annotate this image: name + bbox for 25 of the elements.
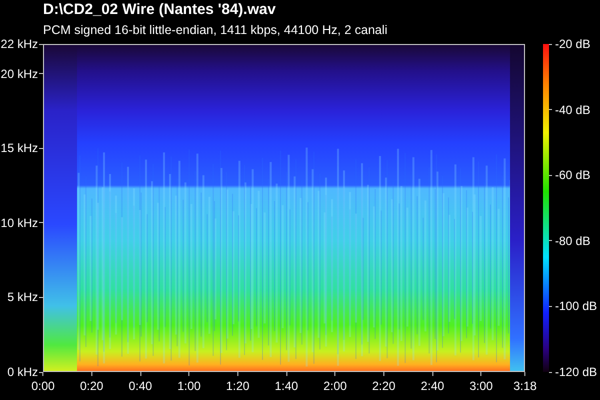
- frequency-label: 0 kHz: [7, 365, 39, 379]
- time-label: 2:20: [372, 379, 396, 393]
- level-label: -20 dB: [555, 37, 590, 51]
- time-label: 1:00: [177, 379, 201, 393]
- time-label: 0:40: [128, 379, 152, 393]
- time-label: 2:40: [420, 379, 444, 393]
- time-label: 3:00: [470, 379, 493, 393]
- frequency-label: 20 kHz: [0, 66, 39, 81]
- level-label: -40 dB: [555, 102, 590, 117]
- time-label: 0:00: [31, 379, 55, 393]
- time-label: 3:18: [513, 379, 537, 393]
- level-label: -120 dB: [555, 365, 598, 379]
- level-label: -60 dB: [555, 168, 590, 182]
- frequency-label: 22 kHz: [0, 37, 39, 51]
- time-label: 1:40: [274, 379, 298, 393]
- time-label: 1:20: [226, 379, 250, 393]
- frequency-label: 5 kHz: [7, 290, 39, 304]
- frequency-label: 10 kHz: [0, 216, 39, 230]
- format-info: PCM signed 16-bit little-endian, 1411 kbps, 44100 Hz, 2 canali: [43, 22, 388, 39]
- level-label: -100 dB: [555, 299, 598, 314]
- file-title: D:\CD2_02 Wire (Nantes '84).wav: [43, 0, 277, 20]
- frequency-label: 15 kHz: [0, 141, 39, 156]
- level-label: -80 dB: [555, 234, 590, 248]
- time-label: 0:20: [80, 379, 104, 393]
- time-label: 2:00: [323, 379, 347, 393]
